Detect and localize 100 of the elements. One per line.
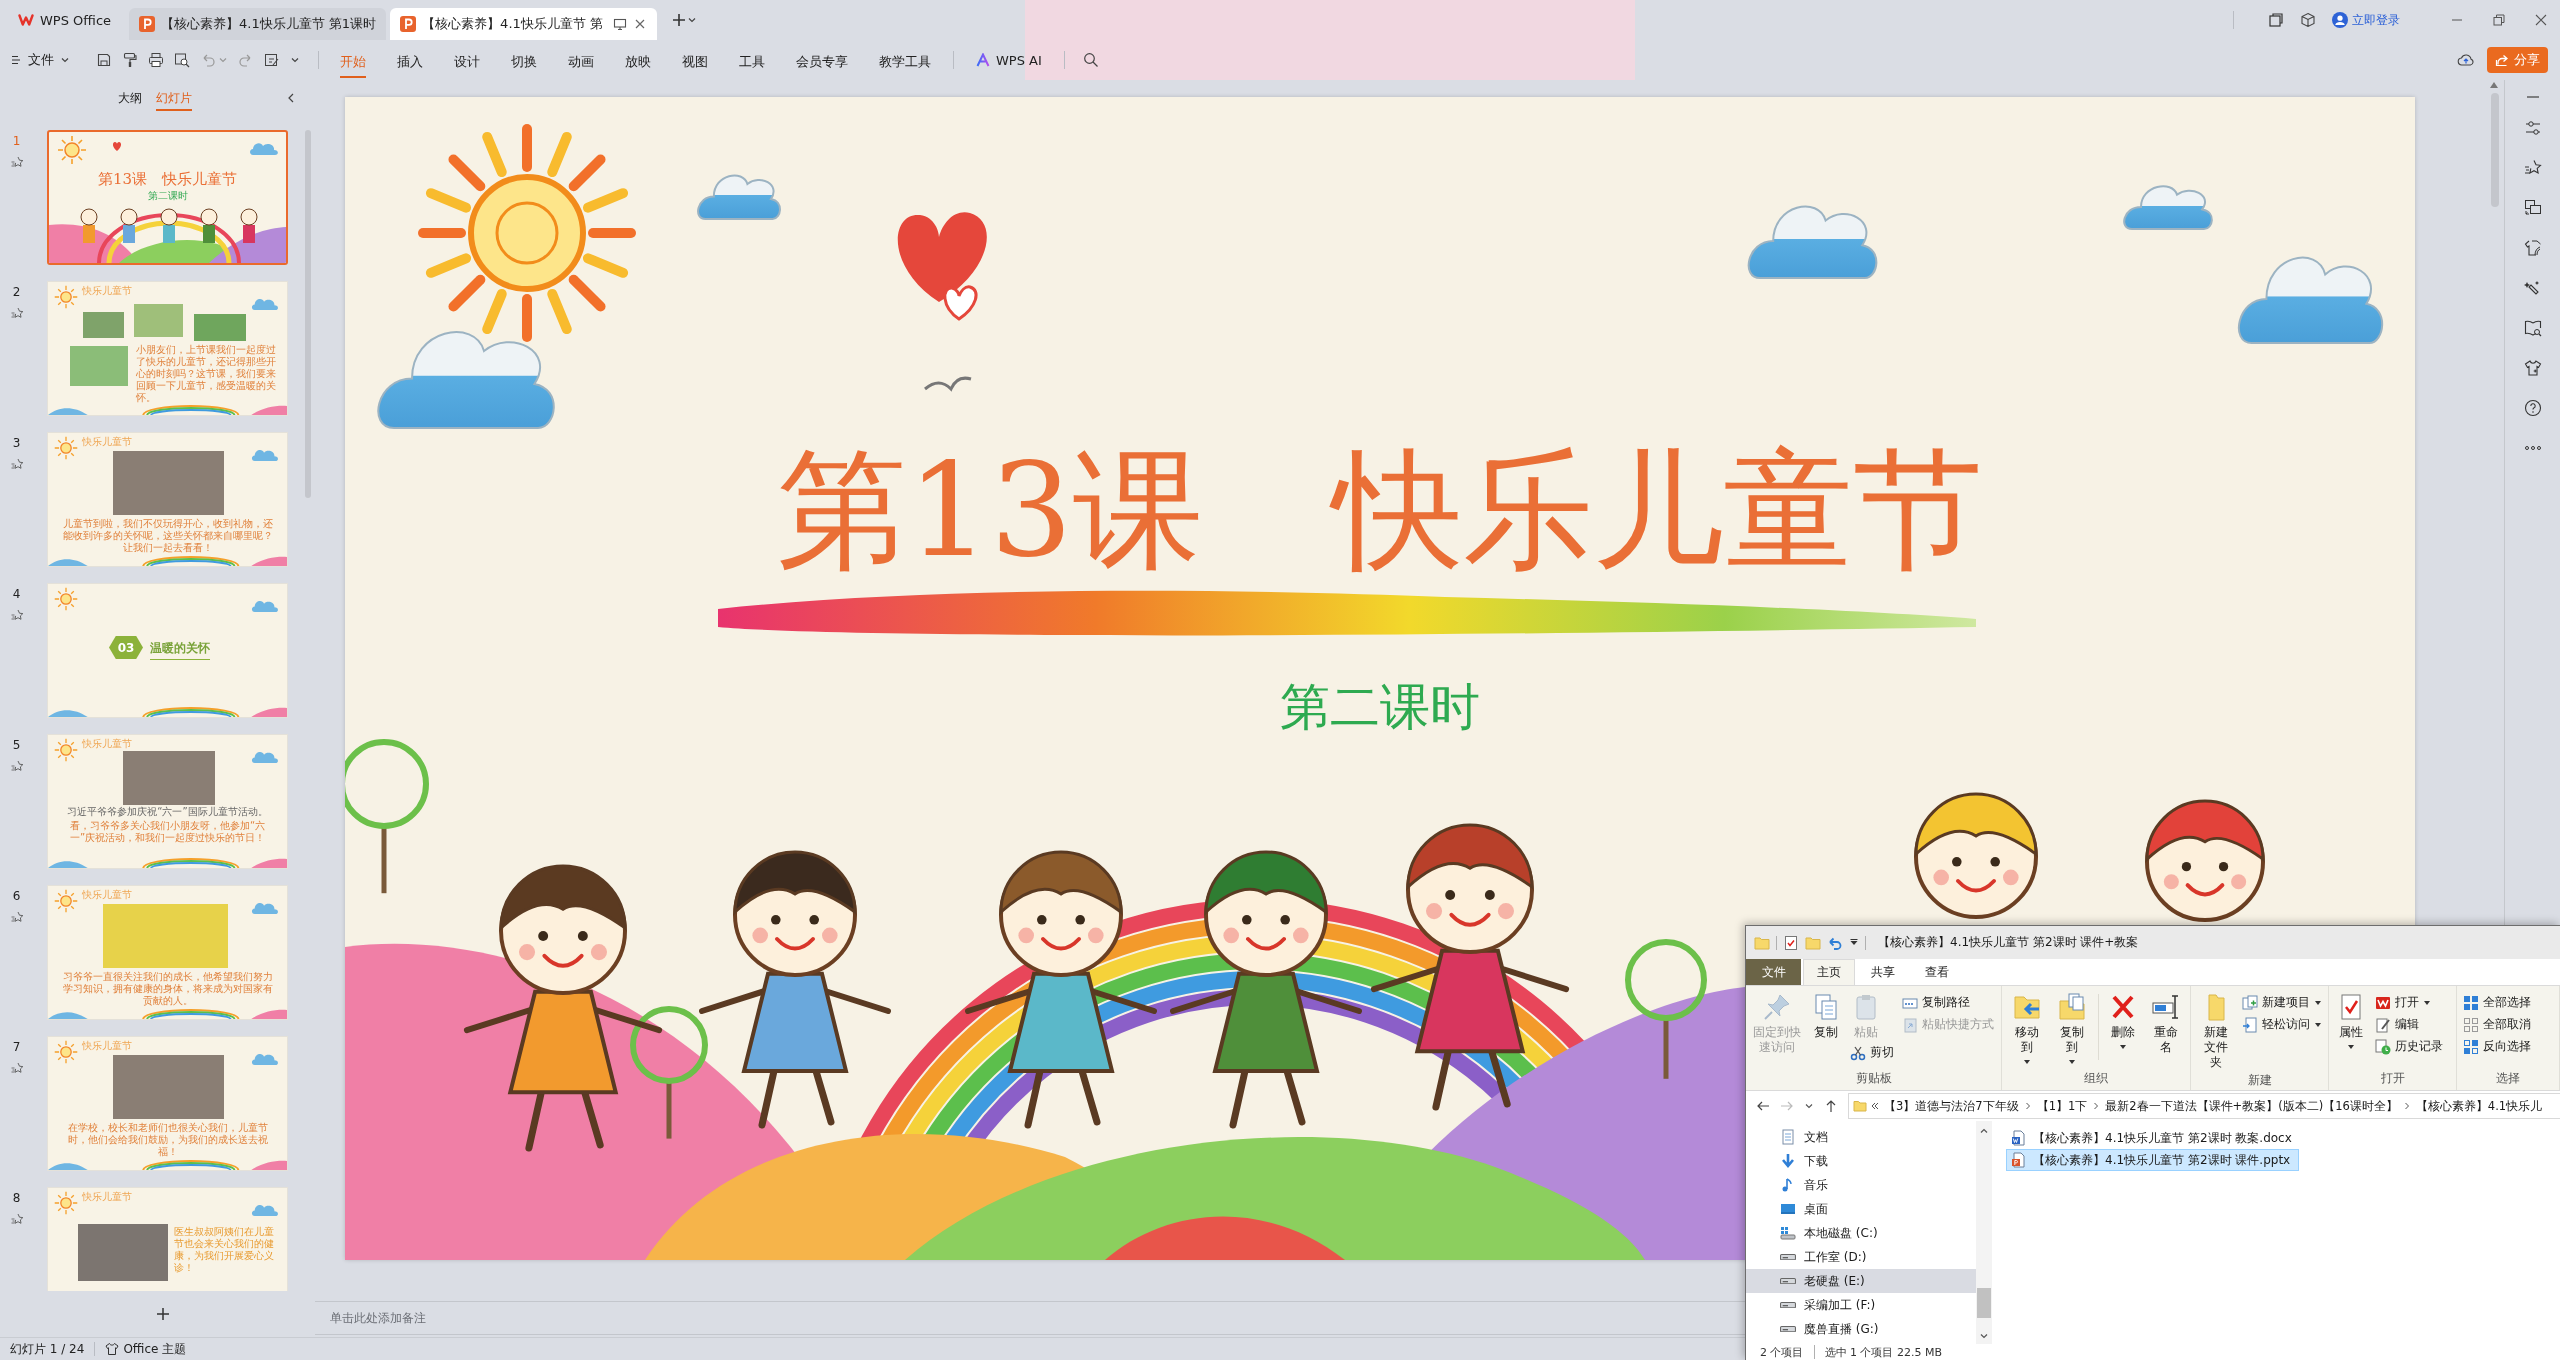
- ribbon-tab[interactable]: 插入: [397, 46, 423, 78]
- shirt-leaf-icon[interactable]: [2523, 239, 2542, 257]
- notes-field[interactable]: 单击此处添加备注: [315, 1302, 1745, 1334]
- book-search-icon[interactable]: [2523, 319, 2542, 337]
- group-label: 打开: [2379, 1070, 2406, 1087]
- star-icon[interactable]: [2523, 159, 2542, 177]
- properties-icon[interactable]: [1783, 934, 1799, 951]
- double-chevron-icon[interactable]: [1871, 1102, 1879, 1110]
- nav-item[interactable]: 工作室 (D:): [1746, 1245, 1976, 1269]
- document-tab[interactable]: 【核心素养】4.1快乐儿童节 第: [390, 8, 657, 40]
- scroll-up-icon[interactable]: [1980, 1127, 1988, 1135]
- scroll-up-icon[interactable]: [2490, 82, 2498, 88]
- search-icon[interactable]: [1082, 52, 1099, 68]
- breadcrumb-item[interactable]: 最新2春一下道法【课件+教案】(版本二)【16课时全】: [2104, 1098, 2399, 1114]
- nav-item[interactable]: 采编加工 (F:): [1746, 1293, 1976, 1317]
- ribbon-tab[interactable]: 视图: [682, 46, 708, 78]
- star-icon[interactable]: [10, 307, 23, 319]
- print-icon[interactable]: [148, 52, 164, 68]
- file-menu-button[interactable]: 文件: [10, 51, 70, 69]
- monitor-icon[interactable]: [612, 17, 627, 31]
- close-icon[interactable]: [2534, 13, 2548, 27]
- edit-icon[interactable]: [264, 52, 280, 68]
- home-tab[interactable]: WPS Office: [14, 5, 122, 35]
- copy-button[interactable]: 复制: [1808, 990, 1844, 1042]
- rename-button[interactable]: 重命名: [2145, 990, 2186, 1057]
- restore-icon[interactable]: [2492, 13, 2506, 27]
- cloud-upload-icon[interactable]: [2457, 51, 2475, 69]
- star-icon[interactable]: [10, 458, 23, 470]
- paint-roller-icon[interactable]: [122, 52, 138, 68]
- view-tab[interactable]: 大纲: [118, 85, 142, 111]
- file-menu-button[interactable]: 文件: [1746, 959, 1801, 985]
- ribbon-tab[interactable]: 工具: [739, 46, 765, 78]
- star-icon[interactable]: [10, 609, 23, 621]
- ribbon-tab[interactable]: 切换: [511, 46, 537, 78]
- theme-button[interactable]: Office 主题: [94, 1342, 187, 1356]
- edit-button[interactable]: 编辑: [2373, 1014, 2445, 1035]
- slide-header-text: 快乐儿童节: [82, 1191, 132, 1203]
- easy-access-button[interactable]: 轻松访问: [2240, 1014, 2324, 1035]
- ribbon-tab[interactable]: 设计: [454, 46, 480, 78]
- breadcrumb-item[interactable]: 【1】1下: [2035, 1098, 2089, 1114]
- back-arrow-icon[interactable]: [1756, 1099, 1770, 1113]
- windows-icon[interactable]: [2268, 12, 2284, 28]
- ribbon-tab[interactable]: 共享: [1857, 959, 1909, 985]
- nav-item[interactable]: 本地磁盘 (C:): [1746, 1221, 1976, 1245]
- copy-path-button[interactable]: 复制路径: [1900, 992, 1996, 1013]
- select-none-button[interactable]: 全部取消: [2461, 1014, 2533, 1035]
- ribbon-tab[interactable]: 主页: [1803, 959, 1855, 985]
- star-icon[interactable]: [10, 1213, 23, 1225]
- star-icon[interactable]: [10, 760, 23, 772]
- caret-icon[interactable]: [1804, 1101, 1814, 1111]
- new-tab-icon[interactable]: [670, 12, 687, 28]
- save-icon[interactable]: [96, 52, 112, 68]
- help-icon[interactable]: [2523, 399, 2542, 417]
- star-icon[interactable]: [10, 156, 23, 168]
- ribbon-tab[interactable]: 教学工具: [879, 46, 931, 78]
- star-icon[interactable]: [10, 911, 23, 923]
- nav-item[interactable]: 音乐: [1746, 1173, 1976, 1197]
- nav-item[interactable]: 文档: [1746, 1125, 1976, 1149]
- open-button[interactable]: 打开: [2373, 992, 2445, 1013]
- nav-item[interactable]: 老硬盘 (E:): [1746, 1269, 1976, 1293]
- history-button[interactable]: 历史记录: [2373, 1036, 2445, 1057]
- file-item[interactable]: 【核心素养】4.1快乐儿童节 第2课时 教案.docx: [2006, 1127, 2301, 1149]
- copy-icon[interactable]: [2523, 199, 2542, 217]
- breadcrumb-item[interactable]: 【核心素养】4.1快乐儿: [2414, 1098, 2544, 1114]
- scrollbar-thumb[interactable]: [2491, 93, 2499, 207]
- move-to-button[interactable]: 移动到: [2006, 990, 2047, 1068]
- nav-item[interactable]: 桌面: [1746, 1197, 1976, 1221]
- scroll-down-icon[interactable]: [1980, 1332, 1988, 1340]
- breadcrumb-item[interactable]: 【3】道德与法治7下年级: [1883, 1098, 2020, 1114]
- select-all-button[interactable]: 全部选择: [2461, 992, 2533, 1013]
- print-preview-icon[interactable]: [174, 52, 190, 68]
- up-arrow-icon[interactable]: [1824, 1099, 1838, 1113]
- scrollbar-thumb[interactable]: [305, 130, 311, 498]
- copy-to-button[interactable]: 复制到: [2051, 990, 2093, 1068]
- scrollbar-thumb[interactable]: [1977, 1288, 1991, 1318]
- properties-button[interactable]: 属性: [2333, 990, 2369, 1053]
- ai-button[interactable]: WPS AI: [976, 52, 1042, 68]
- delete-button[interactable]: 删除: [2105, 990, 2141, 1053]
- caret-icon[interactable]: [686, 15, 697, 25]
- caret-icon[interactable]: [290, 55, 300, 65]
- new-item-button[interactable]: 新建项目: [2240, 992, 2324, 1013]
- new-folder-button[interactable]: 新建文件夹: [2195, 990, 2236, 1072]
- ribbon-tab[interactable]: 动画: [568, 46, 594, 78]
- slide-thumbnail[interactable]: 快乐儿童节 习近平爷爷参加庆祝“六一”国际儿童节活动。 看，习爷爷多关心我们小朋友呀，他参加“六一”庆祝活动，和我们一起度过快乐的节日！: [47, 734, 288, 869]
- cut-button[interactable]: 剪切: [1848, 1042, 1896, 1063]
- nav-item[interactable]: 魔兽直播 (G:): [1746, 1317, 1976, 1341]
- invert-selection-button[interactable]: 反向选择: [2461, 1036, 2533, 1057]
- ribbon-tab[interactable]: 查看: [1911, 959, 1963, 985]
- star-icon[interactable]: [10, 1062, 23, 1074]
- document-tab[interactable]: 【核心素养】4.1快乐儿童节 第1课时: [129, 8, 387, 40]
- ribbon-tab[interactable]: 放映: [625, 46, 651, 78]
- login-link[interactable]: 立即登录: [2332, 11, 2400, 29]
- ribbon-tab[interactable]: 会员专享: [796, 46, 848, 78]
- shirt-icon[interactable]: [2523, 359, 2542, 377]
- add-slide-icon[interactable]: [154, 1306, 171, 1322]
- file-item[interactable]: 【核心素养】4.1快乐儿童节 第2课时 课件.pptx: [2006, 1149, 2300, 1171]
- nav-item[interactable]: 下载: [1746, 1149, 1976, 1173]
- cube-icon[interactable]: [2300, 12, 2316, 28]
- address-bar[interactable]: 【3】道德与法治7下年级 【1】1下 最新2春一下道法【课件+教案】(版本二)【16课时全】 【核心素养】4.1快乐儿: [1848, 1093, 2560, 1119]
- sliders-icon[interactable]: [2523, 119, 2542, 137]
